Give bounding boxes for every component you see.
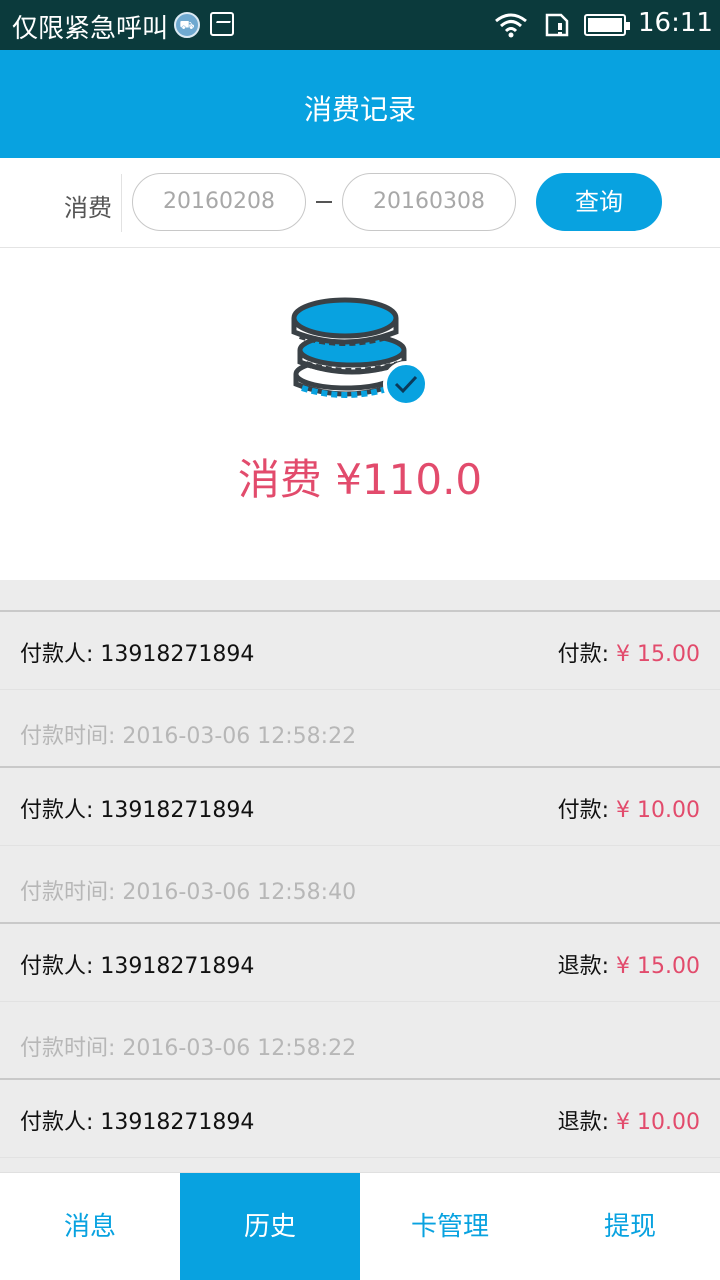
amount-value: ¥ 15.00 (616, 642, 700, 667)
transaction-type-label: 付款: (557, 798, 610, 823)
tab-messages[interactable]: 消息 (0, 1173, 180, 1280)
date-range-dash (316, 201, 332, 203)
amount-value: ¥ 10.00 (616, 798, 700, 823)
filter-label: 消费 (64, 194, 112, 222)
start-date-field[interactable]: 20160208 (132, 173, 306, 231)
transaction-type-label: 付款: (557, 642, 610, 667)
payer-label: 付款人: (20, 954, 94, 979)
list-item[interactable]: 付款人: 13918271894 退款: ¥ 15.00 付款时间: 2016-… (0, 922, 720, 1078)
payer-label: 付款人: (20, 798, 94, 823)
record-header-row: 付款人: 13918271894 付款: ¥ 10.00 (0, 768, 720, 846)
amount-info: 付款: ¥ 15.00 (558, 636, 700, 668)
total-spending: 消费 ¥110.0 (237, 455, 483, 504)
tab-card-management[interactable]: 卡管理 (360, 1173, 540, 1280)
amount-info: 付款: ¥ 10.00 (558, 792, 700, 824)
payer-phone: 13918271894 (100, 1110, 255, 1135)
amount-info: 退款: ¥ 10.00 (558, 1104, 700, 1136)
payer-info: 付款人: 13918271894 (20, 636, 254, 668)
payment-time: 付款时间: 2016-03-06 12:58:40 (20, 874, 356, 906)
title-bar: 消费记录 (0, 50, 720, 158)
amount-info: 退款: ¥ 15.00 (558, 948, 700, 980)
payment-time-value: 2016-03-06 12:58:40 (122, 880, 357, 905)
payment-time: 付款时间: 2016-03-06 12:58:22 (20, 1030, 356, 1062)
page-title: 消费记录 (303, 93, 416, 126)
image-icon (210, 12, 234, 36)
payment-time-label: 付款时间: (20, 724, 116, 749)
record-header-row: 付款人: 13918271894 退款: ¥ 10.00 (0, 1080, 720, 1158)
payer-info: 付款人: 13918271894 (20, 948, 254, 980)
payer-phone: 13918271894 (100, 642, 255, 667)
transaction-type-label: 退款: (557, 1110, 610, 1135)
amount-value: ¥ 10.00 (616, 1110, 700, 1135)
filter-divider (121, 174, 122, 232)
date-filter-bar: 消费 20160208 20160308 查询 (0, 158, 720, 248)
end-date-field[interactable]: 20160308 (342, 173, 516, 231)
clock-time: 16:11 (638, 8, 713, 38)
sim-card-icon (545, 13, 569, 37)
record-header-row: 付款人: 13918271894 退款: ¥ 15.00 (0, 924, 720, 1002)
records-list: 付款人: 13918271894 付款: ¥ 15.00 付款时间: 2016-… (0, 610, 720, 1234)
payer-phone: 13918271894 (100, 798, 255, 823)
payment-time: 付款时间: 2016-03-06 12:58:22 (20, 718, 356, 750)
payer-info: 付款人: 13918271894 (20, 1104, 254, 1136)
tab-withdraw[interactable]: 提现 (540, 1173, 720, 1280)
payment-time-label: 付款时间: (20, 1036, 116, 1061)
carrier-status-text: 仅限紧急呼叫 (12, 14, 169, 44)
list-item[interactable]: 付款人: 13918271894 付款: ¥ 15.00 付款时间: 2016-… (0, 610, 720, 766)
battery-icon (584, 14, 630, 36)
spending-summary: 消费 ¥110.0 (0, 248, 720, 580)
wifi-icon (495, 13, 527, 38)
record-header-row: 付款人: 13918271894 付款: ¥ 15.00 (0, 612, 720, 690)
payer-info: 付款人: 13918271894 (20, 792, 254, 824)
payment-time-value: 2016-03-06 12:58:22 (122, 724, 357, 749)
query-button[interactable]: 查询 (536, 173, 662, 231)
coin-stack-check-icon (291, 297, 429, 407)
tab-history[interactable]: 历史 (180, 1173, 360, 1280)
list-item[interactable]: 付款人: 13918271894 付款: ¥ 10.00 付款时间: 2016-… (0, 766, 720, 922)
amount-value: ¥ 15.00 (616, 954, 700, 979)
transaction-type-label: 退款: (557, 954, 610, 979)
payer-phone: 13918271894 (100, 954, 255, 979)
status-bar: 仅限紧急呼叫 ⛟ 16:11 (0, 0, 720, 50)
payer-label: 付款人: (20, 1110, 94, 1135)
payment-time-label: 付款时间: (20, 880, 116, 905)
payment-time-value: 2016-03-06 12:58:22 (122, 1036, 357, 1061)
railway-badge-icon: ⛟ (174, 12, 200, 38)
payer-label: 付款人: (20, 642, 94, 667)
bottom-tab-bar: 消息 历史 卡管理 提现 (0, 1172, 720, 1280)
